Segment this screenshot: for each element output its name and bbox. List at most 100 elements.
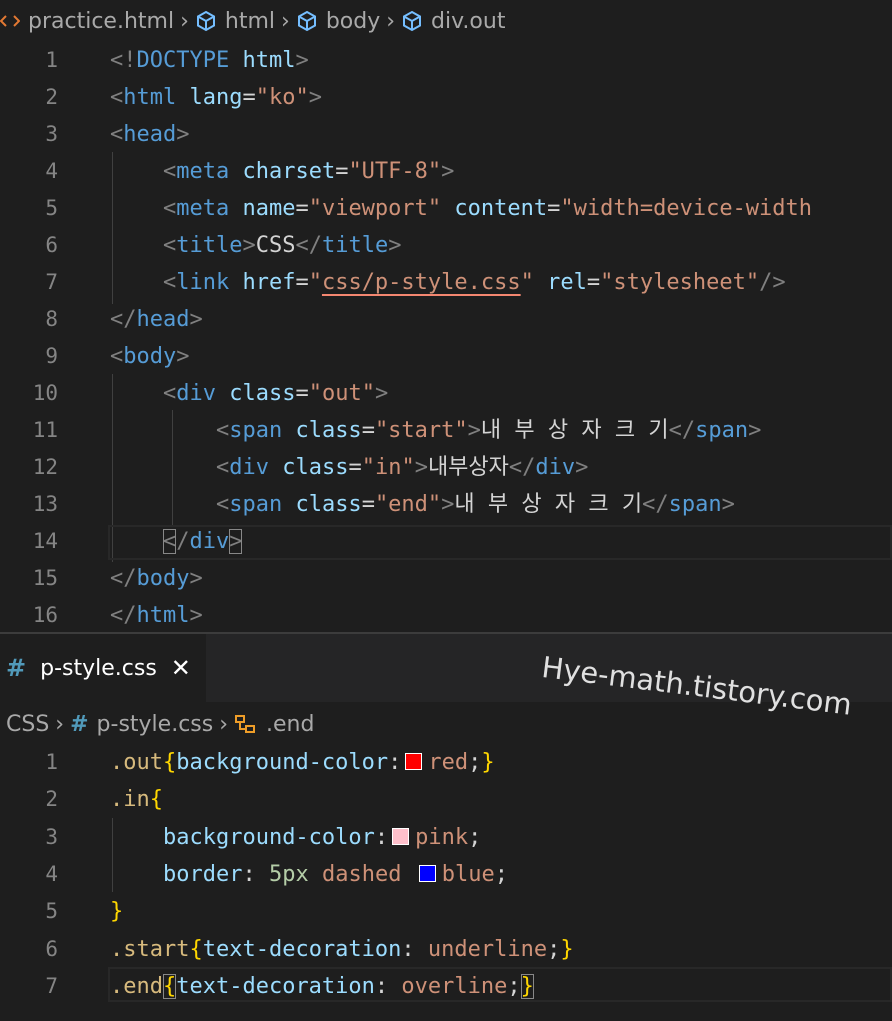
code-token: < <box>215 492 230 517</box>
breadcrumb-css[interactable]: CSS <box>0 712 49 737</box>
breadcrumb-body-label: body <box>325 8 381 34</box>
breadcrumb-html[interactable]: html <box>195 9 275 34</box>
code-token: DOCTYPE <box>136 48 230 73</box>
code-text[interactable]: <div class="in">내부상자</div> <box>110 449 588 486</box>
code-text[interactable]: <title>CSS</title> <box>110 227 401 264</box>
code-text[interactable]: .in{ <box>110 781 163 818</box>
code-text[interactable]: </html> <box>110 597 203 632</box>
code-line[interactable]: 6 <title>CSS</title> <box>0 227 892 264</box>
code-text[interactable]: </body> <box>110 560 203 597</box>
css-editor-pane[interactable]: # p-style.css ✕ Hye-math.tistory.com CSS… <box>0 632 892 1021</box>
code-text[interactable]: <meta name="viewport" content="width=dev… <box>110 190 812 227</box>
close-icon[interactable]: ✕ <box>171 654 191 682</box>
code-line[interactable]: 14 </div> <box>0 523 892 560</box>
code-token: meta <box>176 159 230 184</box>
breadcrumb-file[interactable]: # p-style.css <box>70 712 213 737</box>
code-text[interactable]: <html lang="ko"> <box>110 79 322 116</box>
code-text[interactable]: <span class="end">내 부 상 자 크 기</span> <box>110 486 735 523</box>
code-line[interactable]: 4 <meta charset="UTF-8"> <box>0 153 892 190</box>
line-number: 7 <box>45 270 58 294</box>
code-text[interactable]: <head> <box>110 116 189 153</box>
code-token: html <box>242 48 296 73</box>
code-text[interactable]: .end{text-decoration: overline;} <box>110 968 534 1005</box>
code-text[interactable]: </head> <box>110 301 203 338</box>
code-line[interactable]: 4 border: 5px dashed blue; <box>0 856 892 893</box>
code-token: body <box>136 566 190 591</box>
code-line[interactable]: 3 <head> <box>0 116 892 153</box>
color-swatch[interactable] <box>392 827 410 845</box>
code-text[interactable]: } <box>110 893 123 930</box>
tab-p-style-css[interactable]: # p-style.css ✕ <box>0 634 206 702</box>
code-line[interactable]: 16 </html> <box>0 597 892 632</box>
code-token: </ <box>642 492 669 517</box>
code-line[interactable]: 2 .in{ <box>0 781 892 818</box>
code-token: div <box>229 455 269 480</box>
cube-icon <box>296 10 318 32</box>
code-token: <! <box>110 48 137 73</box>
breadcrumb-div-out[interactable]: div.out <box>401 9 505 34</box>
line-number: 5 <box>45 196 58 220</box>
code-text[interactable]: <body> <box>110 338 189 375</box>
code-text[interactable]: background-color: pink; <box>110 819 481 856</box>
code-line[interactable]: 7 <link href="css/p-style.css" rel="styl… <box>0 264 892 301</box>
code-token: class <box>295 418 362 443</box>
code-token: ; <box>468 750 482 775</box>
code-token: ; <box>468 824 482 850</box>
code-line[interactable]: 3 background-color: pink; <box>0 819 892 856</box>
breadcrumb-file-label: p-style.css <box>96 711 214 737</box>
code-token: "UTF-8" <box>348 159 442 184</box>
code-text[interactable]: .start{text-decoration: underline;} <box>110 931 574 968</box>
code-line[interactable]: 1 <!DOCTYPE html> <box>0 42 892 79</box>
code-line[interactable]: 5 <meta name="viewport" content="width=d… <box>0 190 892 227</box>
color-swatch[interactable] <box>405 753 423 770</box>
code-text[interactable]: .out{background-color: red;} <box>110 744 495 781</box>
code-line[interactable]: 12 <div class="in">내부상자</div> <box>0 449 892 486</box>
code-text[interactable]: <div class="out"> <box>110 375 388 412</box>
code-line[interactable]: 11 <span class="start">내 부 상 자 크 기</span… <box>0 412 892 449</box>
tab-bar: # p-style.css ✕ Hye-math.tistory.com <box>0 632 892 722</box>
code-token: : <box>242 861 269 887</box>
breadcrumb-body[interactable]: body <box>296 9 380 34</box>
code-token: < <box>162 159 177 184</box>
code-token: : <box>374 824 389 850</box>
code-text[interactable]: <span class="start">내 부 상 자 크 기</span> <box>110 412 761 449</box>
code-line[interactable]: 5} <box>0 893 892 930</box>
cube-icon <box>195 10 217 32</box>
code-line[interactable]: 1 .out{background-color: red;} <box>0 744 892 781</box>
code-token: : <box>388 750 402 775</box>
chevron-right-icon: › <box>180 8 189 34</box>
code-line[interactable]: 13 <span class="end">내 부 상 자 크 기</span> <box>0 486 892 523</box>
code-token: overline <box>401 973 508 999</box>
code-text[interactable]: <meta charset="UTF-8"> <box>110 153 454 190</box>
code-token: { <box>149 787 163 813</box>
code-text[interactable]: <link href="css/p-style.css" rel="styles… <box>110 264 786 301</box>
code-text[interactable]: </div> <box>110 523 243 560</box>
code-line[interactable]: 7 .end{text-decoration: overline;} <box>0 968 892 1005</box>
code-line[interactable]: 8 </head> <box>0 301 892 338</box>
code-line[interactable]: 10 <div class="out"> <box>0 375 892 412</box>
code-token: = <box>361 418 375 443</box>
code-line[interactable]: 15 </body> <box>0 560 892 597</box>
code-token: < <box>215 418 230 443</box>
code-line[interactable]: 2 <html lang="ko"> <box>0 79 892 116</box>
code-token: { <box>189 936 203 962</box>
breadcrumb-selector[interactable]: .end <box>234 712 314 737</box>
code-line[interactable]: 9 <body> <box>0 338 892 375</box>
code-text[interactable]: <!DOCTYPE html> <box>110 42 309 79</box>
line-number: 11 <box>32 418 58 442</box>
code-token: class <box>282 455 349 480</box>
code-token: > <box>295 48 309 73</box>
color-swatch[interactable] <box>418 864 436 882</box>
code-text[interactable]: border: 5px dashed blue; <box>110 856 508 893</box>
breadcrumb-file[interactable]: practice.html <box>0 9 174 34</box>
code-line[interactable]: 6 .start{text-decoration: underline;} <box>0 931 892 968</box>
code-token: > <box>467 418 481 443</box>
code-token: body <box>123 344 177 369</box>
html-editor-pane[interactable]: practice.html › html › body › div.out 1 < <box>0 0 892 632</box>
selector-icon <box>234 714 258 734</box>
